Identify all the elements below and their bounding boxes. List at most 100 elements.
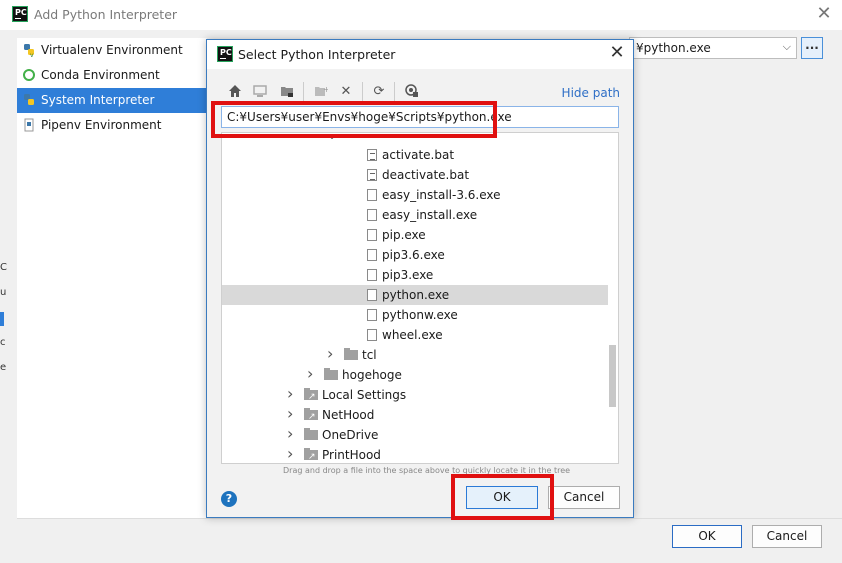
executable-file-icon	[367, 249, 377, 261]
tree-row[interactable]: activate.bat	[222, 145, 618, 165]
browse-button[interactable]: ...	[801, 37, 823, 59]
env-item-virtualenv[interactable]: v Virtualenv Environment	[17, 38, 207, 63]
tree-row[interactable]: easy_install-3.6.exe	[222, 185, 618, 205]
divider	[17, 518, 842, 519]
chevron-right-icon[interactable]: ›	[287, 425, 293, 443]
executable-file-icon	[367, 329, 377, 341]
python-icon	[24, 94, 34, 105]
python-venv-icon: v	[24, 44, 34, 57]
help-icon[interactable]: ?	[221, 491, 237, 507]
conda-icon	[23, 69, 35, 81]
executable-file-icon	[367, 269, 377, 281]
new-folder-icon[interactable]: +	[313, 84, 330, 100]
tree-row[interactable]: pip3.6.exe	[222, 245, 618, 265]
interpreter-select-value: ¥python.exe	[636, 41, 711, 55]
tree-row-label: PrintHood	[322, 448, 381, 462]
env-item-label: Virtualenv Environment	[41, 43, 183, 57]
folder-icon	[304, 428, 318, 440]
folder-icon	[324, 368, 338, 380]
dialog-title: Select Python Interpreter	[238, 47, 396, 62]
toolbar-separator	[394, 82, 395, 102]
executable-file-icon	[367, 229, 377, 241]
tree-row-label: deactivate.bat	[382, 168, 470, 182]
chevron-right-icon[interactable]: ›	[287, 445, 293, 463]
pycharm-logo-icon: PC	[12, 6, 28, 22]
delete-icon[interactable]: ✕	[338, 84, 354, 100]
script-file-icon	[367, 149, 377, 161]
refresh-icon[interactable]: ⟳	[371, 84, 387, 100]
outer-cancel-button[interactable]: Cancel	[752, 525, 822, 548]
desktop-icon[interactable]	[252, 84, 268, 100]
tree-row-label: pip3.exe	[382, 268, 434, 282]
chevron-right-icon[interactable]: ›	[327, 345, 333, 363]
outer-close-icon[interactable]: ✕	[814, 5, 834, 25]
dialog-titlebar: PC Select Python Interpreter ✕	[207, 40, 633, 69]
toolbar-separator	[303, 82, 304, 102]
tree-row[interactable]: deactivate.bat	[222, 165, 618, 185]
outer-window-title: Add Python Interpreter	[34, 7, 178, 22]
svg-text:+: +	[323, 85, 328, 94]
tree-row[interactable]: pip3.exe	[222, 265, 618, 285]
executable-file-icon	[367, 309, 377, 321]
folder-shortcut-icon	[304, 407, 318, 427]
env-item-label: Conda Environment	[41, 68, 160, 82]
dialog-cancel-button[interactable]: Cancel	[548, 486, 620, 509]
tree-row-label: hogehoge	[342, 368, 402, 382]
env-item-system-interpreter[interactable]: System Interpreter	[17, 88, 207, 113]
tree-row-label: Local Settings	[322, 388, 407, 402]
tree-row-label: tcl	[362, 348, 377, 362]
env-item-pipenv[interactable]: Pipenv Environment	[17, 113, 207, 138]
tree-row[interactable]: easy_install.exe	[222, 205, 618, 225]
executable-file-icon	[367, 209, 377, 221]
home-icon[interactable]	[227, 84, 243, 100]
chevron-right-icon[interactable]: ›	[287, 405, 293, 423]
tree-row[interactable]: › NetHood	[222, 405, 618, 428]
tree-row-label: activate.bat	[382, 148, 455, 162]
executable-file-icon	[367, 189, 377, 201]
edge-char: e	[0, 362, 7, 373]
edge-char: C	[0, 262, 7, 273]
outer-ok-button[interactable]: OK	[672, 525, 742, 548]
highlight-ok-box	[451, 474, 554, 520]
tree-scrollbar[interactable]	[609, 345, 616, 407]
tree-row[interactable]: › hogehoge	[222, 365, 618, 385]
tree-row[interactable]: python.exe	[222, 285, 608, 305]
tree-row[interactable]: › Local Settings	[222, 385, 618, 408]
tree-row-label: pip3.6.exe	[382, 248, 445, 262]
tree-row[interactable]: wheel.exe	[222, 325, 618, 345]
tree-row-label: python.exe	[382, 288, 450, 302]
highlight-path-box	[211, 101, 497, 138]
tree-row[interactable]: pip.exe	[222, 225, 618, 245]
tree-row[interactable]: › PrintHood	[222, 445, 618, 464]
tree-row[interactable]: pythonw.exe	[222, 305, 618, 325]
outer-titlebar: PC Add Python Interpreter ✕	[0, 0, 842, 30]
chevron-down-icon: ⌵	[782, 40, 791, 53]
show-hidden-icon[interactable]	[404, 84, 420, 100]
folder-shortcut-icon	[304, 387, 318, 407]
environment-type-list: v Virtualenv Environment Conda Environme…	[17, 38, 207, 518]
pycharm-logo-icon: PC	[217, 46, 233, 62]
tree-row-label: NetHood	[322, 408, 375, 422]
interpreter-select[interactable]: ¥python.exe ⌵	[629, 37, 797, 59]
env-item-label: Pipenv Environment	[41, 118, 162, 132]
script-file-icon	[367, 169, 377, 181]
folder-shortcut-icon	[304, 447, 318, 463]
chevron-right-icon[interactable]: ›	[307, 365, 313, 383]
toolbar-separator	[362, 82, 363, 102]
tree-row[interactable]: › OneDrive	[222, 425, 618, 445]
executable-file-icon	[367, 289, 377, 301]
tree-row-label: wheel.exe	[382, 328, 443, 342]
env-item-conda[interactable]: Conda Environment	[17, 63, 207, 88]
file-tree[interactable]: ⌄ activate.bat deactivate.bat easy_install…	[221, 132, 619, 464]
pipenv-icon	[24, 118, 34, 132]
folder-icon	[344, 348, 358, 360]
edge-char: u	[0, 287, 7, 298]
tree-row-label: easy_install.exe	[382, 208, 478, 222]
chevron-right-icon[interactable]: ›	[287, 385, 293, 403]
hide-path-link[interactable]: Hide path	[562, 86, 620, 100]
tree-row[interactable]: › tcl	[222, 345, 618, 365]
project-folder-icon[interactable]	[279, 84, 295, 100]
env-item-label: System Interpreter	[41, 93, 155, 107]
edge-selection	[0, 312, 4, 326]
dialog-close-icon[interactable]: ✕	[607, 43, 627, 63]
